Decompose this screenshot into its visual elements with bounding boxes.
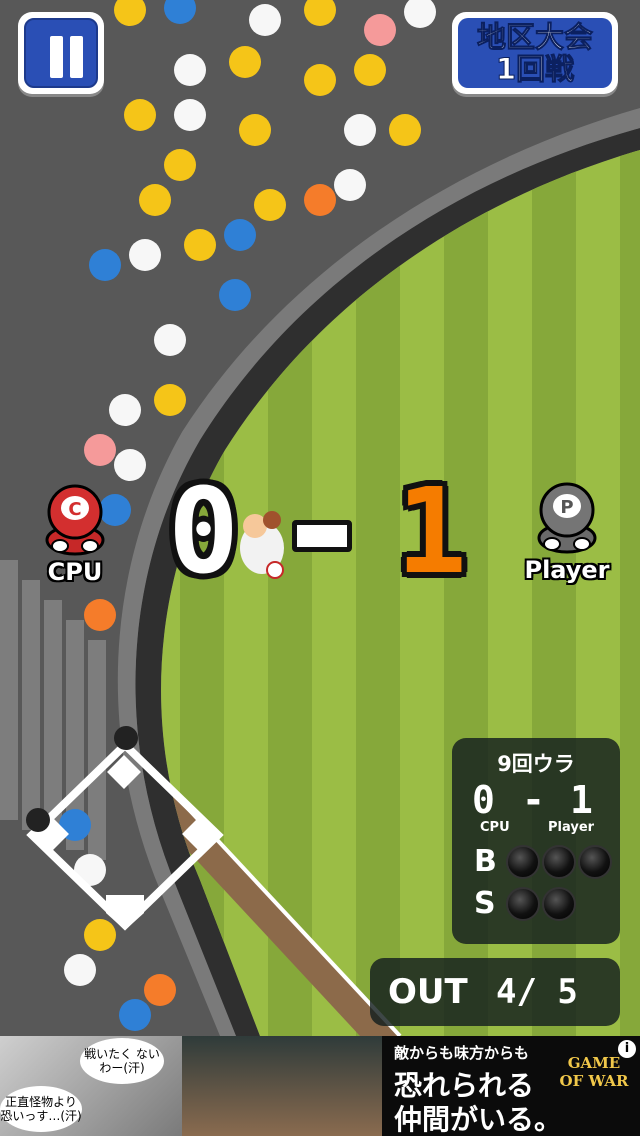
strike-label: S bbox=[474, 886, 496, 921]
strike-count: S bbox=[474, 886, 578, 921]
out-value: 4/ 5 bbox=[496, 972, 578, 1012]
ball-lamp bbox=[506, 844, 540, 879]
cpu-score: 0 bbox=[168, 462, 240, 600]
stage-title: 地区大会 bbox=[476, 20, 593, 54]
scoreboard-cpu-score: 0 bbox=[472, 778, 495, 822]
scoreboard-player-score: 1 bbox=[570, 778, 593, 822]
scoreboard-cpu-label: CPU bbox=[480, 820, 510, 835]
inning-label: 9回ウラ bbox=[497, 752, 575, 776]
cpu-avatar-icon: C bbox=[45, 484, 105, 556]
player-badge-letter: P bbox=[560, 497, 573, 518]
score-dash bbox=[292, 520, 352, 552]
player-avatar-icon: P bbox=[537, 482, 597, 554]
strike-lamp bbox=[506, 886, 540, 921]
ad-speech-bubble: 正直怪物より 恐いっす…(汗) bbox=[0, 1086, 82, 1132]
scoreboard-dash: - bbox=[522, 778, 545, 822]
player-score: 1 bbox=[396, 462, 468, 600]
pause-button[interactable] bbox=[18, 12, 104, 94]
ad-brand-logo: GAME OF WAR bbox=[559, 1054, 629, 1090]
ad-hero-image bbox=[182, 1036, 382, 1136]
cpu-team: C CPU bbox=[20, 478, 130, 586]
ad-info-icon[interactable]: i bbox=[618, 1040, 636, 1058]
pause-icon bbox=[24, 18, 98, 88]
player-label: Player bbox=[524, 556, 610, 584]
player-team: P Player bbox=[512, 476, 622, 584]
ad-copy-line: 敵からも味方からも bbox=[394, 1044, 530, 1062]
ball-lamp bbox=[542, 844, 576, 879]
scoreboard-panel: 9回ウラ 0 - 1 CPU Player B S bbox=[452, 738, 620, 944]
stage-round: 1回戦 bbox=[495, 52, 575, 86]
stage-badge: 地区大会 1回戦 bbox=[452, 12, 618, 94]
scoreboard-player-label: Player bbox=[548, 820, 595, 835]
ball-label: B bbox=[474, 844, 497, 879]
ad-copy-line: 仲間がいる。 bbox=[394, 1103, 563, 1136]
ad-speech-bubble: 戦いたく ないわー(汗) bbox=[80, 1038, 164, 1084]
ball-lamp bbox=[578, 844, 612, 879]
cpu-badge-letter: C bbox=[68, 499, 81, 520]
strike-lamp bbox=[542, 886, 576, 921]
out-counter: OUT 4/ 5 bbox=[370, 958, 620, 1026]
ball-count: B bbox=[474, 844, 614, 879]
cpu-label: CPU bbox=[47, 558, 103, 586]
ad-character-art: 戦いたく ないわー(汗) 正直怪物より 恐いっす…(汗) bbox=[0, 1036, 182, 1136]
ad-banner[interactable]: 戦いたく ないわー(汗) 正直怪物より 恐いっす…(汗) 敵からも味方からも 恐… bbox=[0, 1036, 640, 1136]
ad-copy-area: 敵からも味方からも 恐れられる 仲間がいる。 GAME OF WAR i bbox=[382, 1036, 640, 1136]
out-label: OUT bbox=[388, 972, 468, 1012]
